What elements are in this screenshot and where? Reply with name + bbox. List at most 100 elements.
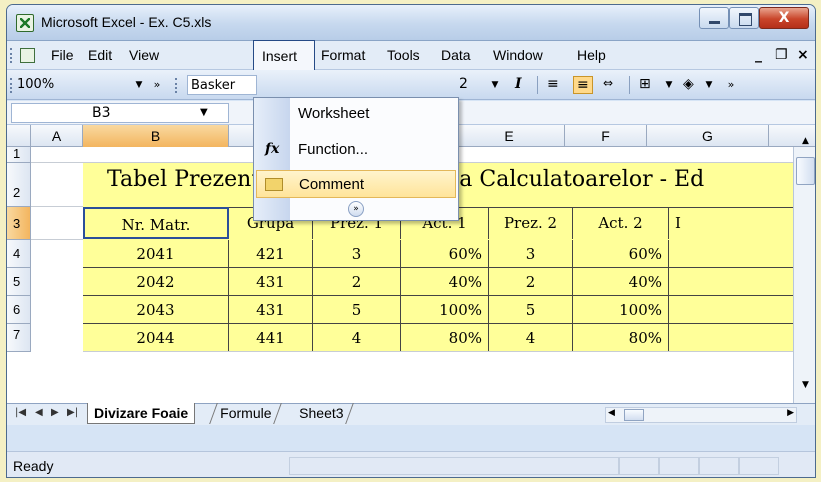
tab-divizare-foaie[interactable]: Divizare Foaie xyxy=(87,403,196,424)
doc-minimize-button[interactable]: _ xyxy=(755,47,762,63)
select-all-corner[interactable] xyxy=(7,125,31,147)
zoom-box[interactable]: 100% xyxy=(15,75,119,95)
cell[interactable]: 100% xyxy=(401,296,489,323)
borders-icon[interactable]: ⊞ xyxy=(639,76,651,92)
cell[interactable]: 40% xyxy=(573,268,669,295)
italic-button[interactable]: I xyxy=(515,76,522,92)
cell[interactable]: 4 xyxy=(313,324,401,351)
align-left-icon[interactable]: ≡ xyxy=(547,76,559,92)
menubar-grip-icon xyxy=(10,48,13,63)
cell[interactable]: 5 xyxy=(313,296,401,323)
cell[interactable]: 2043 xyxy=(83,296,229,323)
cell-header-partial[interactable]: I xyxy=(671,207,701,239)
table-row[interactable]: 2044 441 4 80% 4 80% xyxy=(83,324,793,352)
close-button[interactable]: X xyxy=(759,7,809,29)
scroll-left-icon[interactable]: ◀ xyxy=(608,408,615,418)
menu-file[interactable]: File xyxy=(51,47,74,63)
menu-insert[interactable]: Insert xyxy=(253,40,315,70)
cell[interactable]: 2042 xyxy=(83,268,229,295)
column-header-g[interactable]: G xyxy=(647,125,769,147)
name-box[interactable]: B3 ▼ xyxy=(11,103,229,123)
cell[interactable]: 40% xyxy=(401,268,489,295)
row-header-2[interactable]: 2 xyxy=(7,163,31,207)
row-header-7[interactable]: 7 xyxy=(7,324,31,352)
cell[interactable]: 2041 xyxy=(83,240,229,267)
row-header-1[interactable]: 1 xyxy=(7,147,31,163)
table-row[interactable]: 2042 431 2 40% 2 40% xyxy=(83,268,793,296)
borders-dropdown-icon[interactable]: ▼ xyxy=(661,75,677,95)
workbook-icon[interactable] xyxy=(20,48,35,63)
doc-restore-button[interactable]: ❐ xyxy=(775,47,788,63)
menu-item-comment[interactable]: Comment xyxy=(256,170,456,198)
cell[interactable]: 5 xyxy=(489,296,573,323)
row-header-6[interactable]: 6 xyxy=(7,296,31,324)
table-row[interactable]: 2041 421 3 60% 3 60% xyxy=(83,240,793,268)
next-sheet-icon[interactable]: ▶ xyxy=(51,407,59,418)
fill-color-dropdown-icon[interactable]: ▼ xyxy=(701,75,717,95)
row-header-5[interactable]: 5 xyxy=(7,268,31,296)
menu-item-worksheet[interactable]: Worksheet xyxy=(256,100,456,128)
name-box-dropdown-icon[interactable]: ▼ xyxy=(200,107,208,118)
tab-formule[interactable]: Formule xyxy=(209,403,283,424)
cell[interactable]: 60% xyxy=(573,240,669,267)
cell[interactable]: 60% xyxy=(401,240,489,267)
column-header-a[interactable]: A xyxy=(31,125,83,147)
horizontal-scroll-thumb[interactable] xyxy=(624,409,644,421)
last-sheet-icon[interactable]: ▶| xyxy=(67,407,78,418)
prev-sheet-icon[interactable]: ◀ xyxy=(35,407,43,418)
vertical-scroll-thumb[interactable] xyxy=(796,157,815,185)
column-header-e[interactable]: E xyxy=(453,125,565,147)
merge-center-icon[interactable]: ⇔ xyxy=(603,76,613,90)
vertical-scrollbar[interactable]: ▲ ▼ xyxy=(793,136,815,403)
font-size-dropdown-icon[interactable]: ▼ xyxy=(487,75,503,95)
cell[interactable]: 441 xyxy=(229,324,313,351)
doc-close-button[interactable]: × xyxy=(797,47,809,63)
minimize-button[interactable] xyxy=(699,7,729,29)
cell[interactable]: 2044 xyxy=(83,324,229,351)
menu-window[interactable]: Window xyxy=(493,47,543,63)
cell[interactable]: 100% xyxy=(573,296,669,323)
cell[interactable]: 4 xyxy=(489,324,573,351)
tab-sheet3-label: Sheet3 xyxy=(299,405,344,421)
expand-menu-chevron-icon[interactable]: » xyxy=(348,201,364,217)
align-center-icon[interactable]: ≡ xyxy=(573,76,593,94)
column-header-b[interactable]: B xyxy=(83,125,229,147)
column-header-f[interactable]: F xyxy=(565,125,647,147)
scroll-down-icon[interactable]: ▼ xyxy=(796,377,815,394)
menu-help[interactable]: Help xyxy=(577,47,606,63)
cell[interactable]: 421 xyxy=(229,240,313,267)
cell[interactable]: 80% xyxy=(401,324,489,351)
cell[interactable]: 2 xyxy=(313,268,401,295)
horizontal-scrollbar[interactable]: ◀ ▶ xyxy=(605,407,797,423)
cell[interactable]: 80% xyxy=(573,324,669,351)
title-bar[interactable]: Microsoft Excel - Ex. C5.xls X xyxy=(7,5,815,41)
cell[interactable]: 3 xyxy=(489,240,573,267)
font-name-box[interactable]: Basker xyxy=(187,75,257,95)
scroll-right-icon[interactable]: ▶ xyxy=(787,408,794,418)
menu-data[interactable]: Data xyxy=(441,47,471,63)
cell[interactable]: 3 xyxy=(313,240,401,267)
cell[interactable]: 431 xyxy=(229,296,313,323)
zoom-dropdown-icon[interactable]: ▼ xyxy=(131,75,147,95)
row-header-3[interactable]: 3 xyxy=(7,207,31,240)
font-size-box[interactable]: 2 xyxy=(459,76,468,92)
row-header-4[interactable]: 4 xyxy=(7,240,31,268)
cell-header-act2[interactable]: Act. 2 xyxy=(573,207,669,239)
toolbar-options-icon[interactable]: » xyxy=(149,75,165,95)
fill-color-icon[interactable]: ◈ xyxy=(683,76,694,92)
menu-format[interactable]: Format xyxy=(321,47,365,63)
cell[interactable]: 431 xyxy=(229,268,313,295)
tab-sheet3[interactable]: Sheet3 xyxy=(289,403,355,424)
menu-view[interactable]: View xyxy=(129,47,159,63)
cell-header-nrmatr[interactable]: Nr. Matr. xyxy=(83,207,229,239)
menu-tools[interactable]: Tools xyxy=(387,47,420,63)
maximize-button[interactable] xyxy=(729,7,759,29)
menu-edit[interactable]: Edit xyxy=(88,47,112,63)
scroll-up-icon[interactable]: ▲ xyxy=(796,133,815,150)
toolbar-options-icon[interactable]: » xyxy=(723,75,739,95)
table-row[interactable]: 2043 431 5 100% 5 100% xyxy=(83,296,793,324)
cell-header-prez2[interactable]: Prez. 2 xyxy=(489,207,573,239)
first-sheet-icon[interactable]: |◀ xyxy=(15,407,26,418)
cell[interactable]: 2 xyxy=(489,268,573,295)
menu-item-function[interactable]: fx Function... xyxy=(256,136,456,164)
